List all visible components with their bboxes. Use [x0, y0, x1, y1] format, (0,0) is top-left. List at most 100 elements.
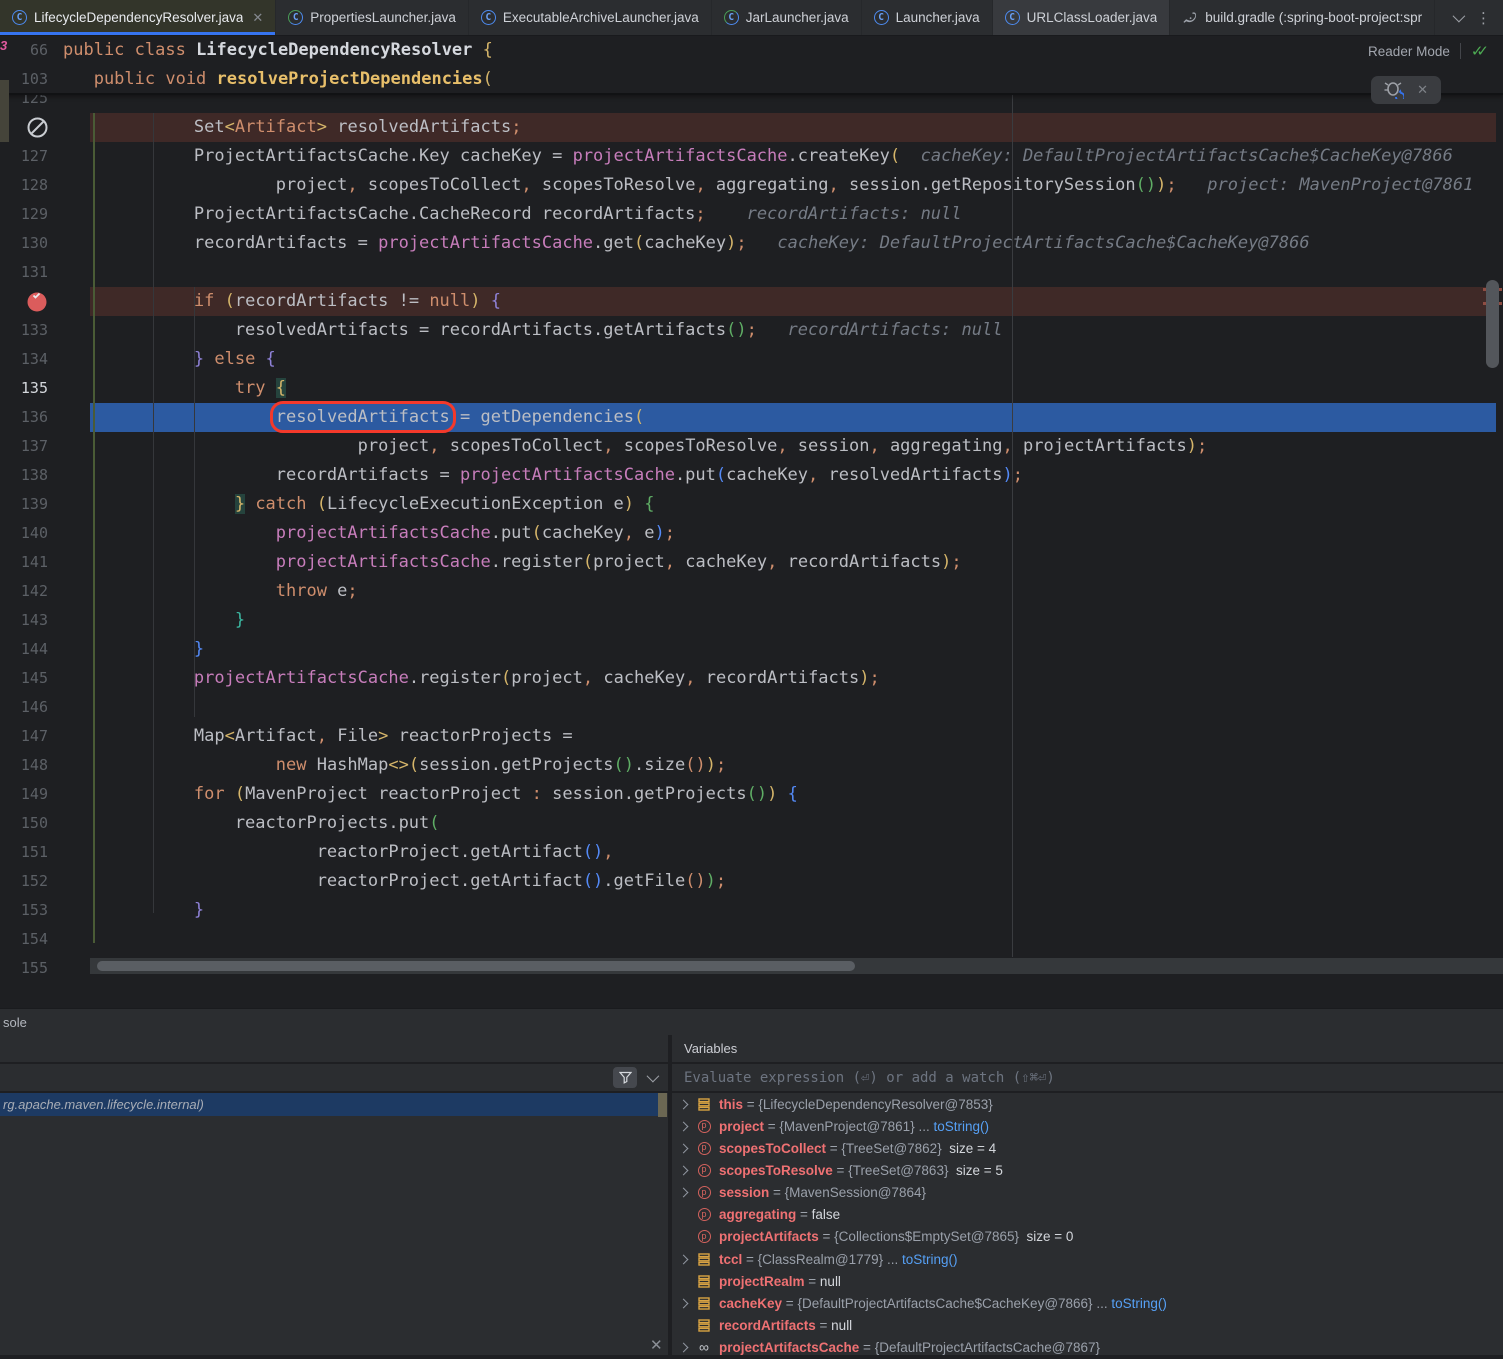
expand-chevron-icon[interactable] [672, 1145, 694, 1152]
tab-propertieslauncher-java[interactable]: CPropertiesLauncher.java [276, 0, 469, 35]
code-line-153[interactable]: 153 } [0, 896, 1503, 925]
code-line-134[interactable]: 134 } else { [0, 345, 1503, 374]
line-number: 154 [0, 925, 48, 954]
code-line-152[interactable]: 152 reactorProject.getArtifact().getFile… [0, 867, 1503, 896]
expand-chevron-icon[interactable] [672, 1344, 694, 1351]
tab-close-icon[interactable]: ✕ [252, 10, 263, 26]
code-line-138[interactable]: 138 recordArtifacts = projectArtifactsCa… [0, 461, 1503, 490]
tab-jarlauncher-java[interactable]: CJarLauncher.java [712, 0, 862, 35]
tostring-link[interactable]: toString() [933, 1119, 989, 1134]
expand-chevron-icon[interactable] [672, 1256, 694, 1263]
variable-row-aggregating[interactable]: paggregating = false [672, 1204, 1503, 1226]
inline-debugger-hint: cacheKey: DefaultProjectArtifactsCache$C… [900, 146, 1453, 166]
variable-value: {MavenProject@7861} [779, 1119, 914, 1134]
filter-button[interactable] [613, 1067, 637, 1088]
close-icon[interactable]: ✕ [650, 1336, 663, 1354]
code-line-144[interactable]: 144 } [0, 635, 1503, 664]
expand-chevron-icon[interactable] [672, 1167, 694, 1174]
code-line-130[interactable]: 130 recordArtifacts = projectArtifactsCa… [0, 229, 1503, 258]
code-line-147[interactable]: 147 Map<Artifact, File> reactorProjects … [0, 722, 1503, 751]
expand-chevron-icon[interactable] [672, 1300, 694, 1307]
code-line-150[interactable]: 150 reactorProjects.put( [0, 809, 1503, 838]
equals-sign: = [833, 1163, 848, 1178]
expand-chevron-icon[interactable] [672, 1123, 694, 1130]
vertical-scrollbar-thumb[interactable] [1486, 280, 1499, 368]
code-line-132[interactable]: if (recordArtifacts != null) { [0, 287, 1503, 316]
code-line-131[interactable]: 131 [0, 258, 1503, 287]
line-number: 140 [0, 519, 48, 548]
code-line-151[interactable]: 151 reactorProject.getArtifact(), [0, 838, 1503, 867]
frames-scrollbar-thumb[interactable] [658, 1093, 667, 1117]
code-line-126[interactable]: Set<Artifact> resolvedArtifacts; [0, 113, 1503, 142]
code-line-133[interactable]: 133 resolvedArtifacts = recordArtifacts.… [0, 316, 1503, 345]
code-line-146[interactable]: 146 [0, 693, 1503, 722]
variables-pane-header: Variables [672, 1035, 1503, 1064]
code-line-141[interactable]: 141 projectArtifactsCache.register(proje… [0, 548, 1503, 577]
gradle-icon [1182, 11, 1198, 25]
tostring-link[interactable]: toString() [902, 1252, 958, 1267]
stack-frame-label: rg.apache.maven.lifecycle.internal) [3, 1097, 204, 1112]
code-line-139[interactable]: 139 } catch (LifecycleExecutionException… [0, 490, 1503, 519]
parameter-icon: p [698, 1120, 711, 1133]
variables-pane: Variables Evaluate expression (⏎) or add… [672, 1035, 1503, 1355]
variable-row-project[interactable]: pproject = {MavenProject@7861} ... toStr… [672, 1115, 1503, 1137]
console-tab-partial[interactable]: sole [3, 1015, 27, 1030]
code-line-127[interactable]: 127 ProjectArtifactsCache.Key cacheKey =… [0, 142, 1503, 171]
code-line-142[interactable]: 142 throw e; [0, 577, 1503, 606]
variable-row-session[interactable]: psession = {MavenSession@7864} [672, 1182, 1503, 1204]
sticky-line-103[interactable]: 103 public void resolveProjectDependenci… [0, 65, 1503, 94]
evaluate-expression-input[interactable]: Evaluate expression (⏎) or add a watch (… [672, 1064, 1503, 1093]
code-line-145[interactable]: 145 projectArtifactsCache.register(proje… [0, 664, 1503, 693]
chevron-down-icon[interactable] [647, 1070, 660, 1083]
variable-row-tccl[interactable]: tccl = {ClassRealm@1779} ... toString() [672, 1248, 1503, 1270]
tab-build-gradle-spring-boot-project-spr[interactable]: build.gradle (:spring-boot-project:spr [1170, 0, 1435, 35]
variable-row-projectartifactscache[interactable]: ∞projectArtifactsCache = {DefaultProject… [672, 1337, 1503, 1359]
selected-stack-frame[interactable]: rg.apache.maven.lifecycle.internal) [0, 1093, 660, 1116]
tostring-link[interactable]: toString() [1111, 1296, 1167, 1311]
variable-row-this[interactable]: this = {LifecycleDependencyResolver@7853… [672, 1093, 1503, 1115]
variable-value: null [831, 1318, 852, 1333]
equals-sign: = [743, 1097, 758, 1112]
tab-lifecycledependencyresolver-java[interactable]: CLifecycleDependencyResolver.java✕ [0, 0, 276, 35]
code-editor[interactable]: 125 Set<Artifact> resolvedArtifacts;127 … [0, 36, 1503, 978]
reader-mode-toggle[interactable]: Reader Mode ✓✓ [1368, 42, 1489, 60]
code-line-137[interactable]: 137 project, scopesToCollect, scopesToRe… [0, 432, 1503, 461]
variable-value: null [820, 1274, 841, 1289]
chevron-down-icon[interactable] [1453, 10, 1466, 23]
variable-row-recordartifacts[interactable]: recordArtifacts = null [672, 1314, 1503, 1336]
breakpoint-muted-icon[interactable] [26, 116, 49, 139]
code-line-136[interactable]: 136 resolvedArtifacts = getDependencies( [0, 403, 1503, 432]
java-class-run-icon: C [724, 10, 739, 25]
tab-urlclassloader-java[interactable]: CURLClassLoader.java [993, 0, 1171, 35]
code-line-140[interactable]: 140 projectArtifactsCache.put(cacheKey, … [0, 519, 1503, 548]
variable-value: {DefaultProjectArtifactsCache@7867} [875, 1340, 1100, 1355]
variable-row-projectrealm[interactable]: projectRealm = null [672, 1270, 1503, 1292]
variable-row-cachekey[interactable]: cacheKey = {DefaultProjectArtifactsCache… [672, 1292, 1503, 1314]
code-text: project, scopesToCollect, scopesToResolv… [112, 432, 1207, 461]
variable-row-projectartifacts[interactable]: pprojectArtifacts = {Collections$EmptySe… [672, 1226, 1503, 1248]
tab-executablearchivelauncher-java[interactable]: CExecutableArchiveLauncher.java [469, 0, 712, 35]
close-icon[interactable]: ✕ [1417, 82, 1428, 98]
code-text: projectArtifactsCache.put(cacheKey, e); [112, 519, 675, 548]
tab-launcher-java[interactable]: CLauncher.java [862, 0, 993, 35]
frames-pane: rg.apache.maven.lifecycle.internal) ✕ [0, 1035, 668, 1355]
double-check-icon[interactable]: ✓✓ [1471, 42, 1489, 60]
code-line-129[interactable]: 129 ProjectArtifactsCache.CacheRecord re… [0, 200, 1503, 229]
code-line-154[interactable]: 154 [0, 925, 1503, 954]
expand-chevron-icon[interactable] [672, 1189, 694, 1196]
expand-chevron-icon[interactable] [672, 1101, 694, 1108]
code-line-128[interactable]: 128 project, scopesToCollect, scopesToRe… [0, 171, 1503, 200]
variable-row-scopestocollect[interactable]: pscopesToCollect = {TreeSet@7862} size =… [672, 1137, 1503, 1159]
horizontal-scrollbar-thumb[interactable] [97, 961, 855, 971]
variable-row-scopestoresolve[interactable]: pscopesToResolve = {TreeSet@7863} size =… [672, 1159, 1503, 1181]
code-line-149[interactable]: 149 for (MavenProject reactorProject : s… [0, 780, 1503, 809]
code-line-135[interactable]: 135 try { [0, 374, 1503, 403]
kebab-menu-icon[interactable]: ⋮ [1476, 9, 1491, 27]
code-line-148[interactable]: 148 new HashMap<>(session.getProjects().… [0, 751, 1503, 780]
code-line-143[interactable]: 143 } [0, 606, 1503, 635]
sticky-line-66[interactable]: 66public class LifecycleDependencyResolv… [0, 36, 1503, 65]
rerun-debug-icon[interactable] [1384, 81, 1404, 99]
breakpoint-icon[interactable] [26, 290, 49, 313]
horizontal-scrollbar[interactable] [90, 958, 1503, 974]
variable-value: {TreeSet@7862} [841, 1141, 941, 1156]
